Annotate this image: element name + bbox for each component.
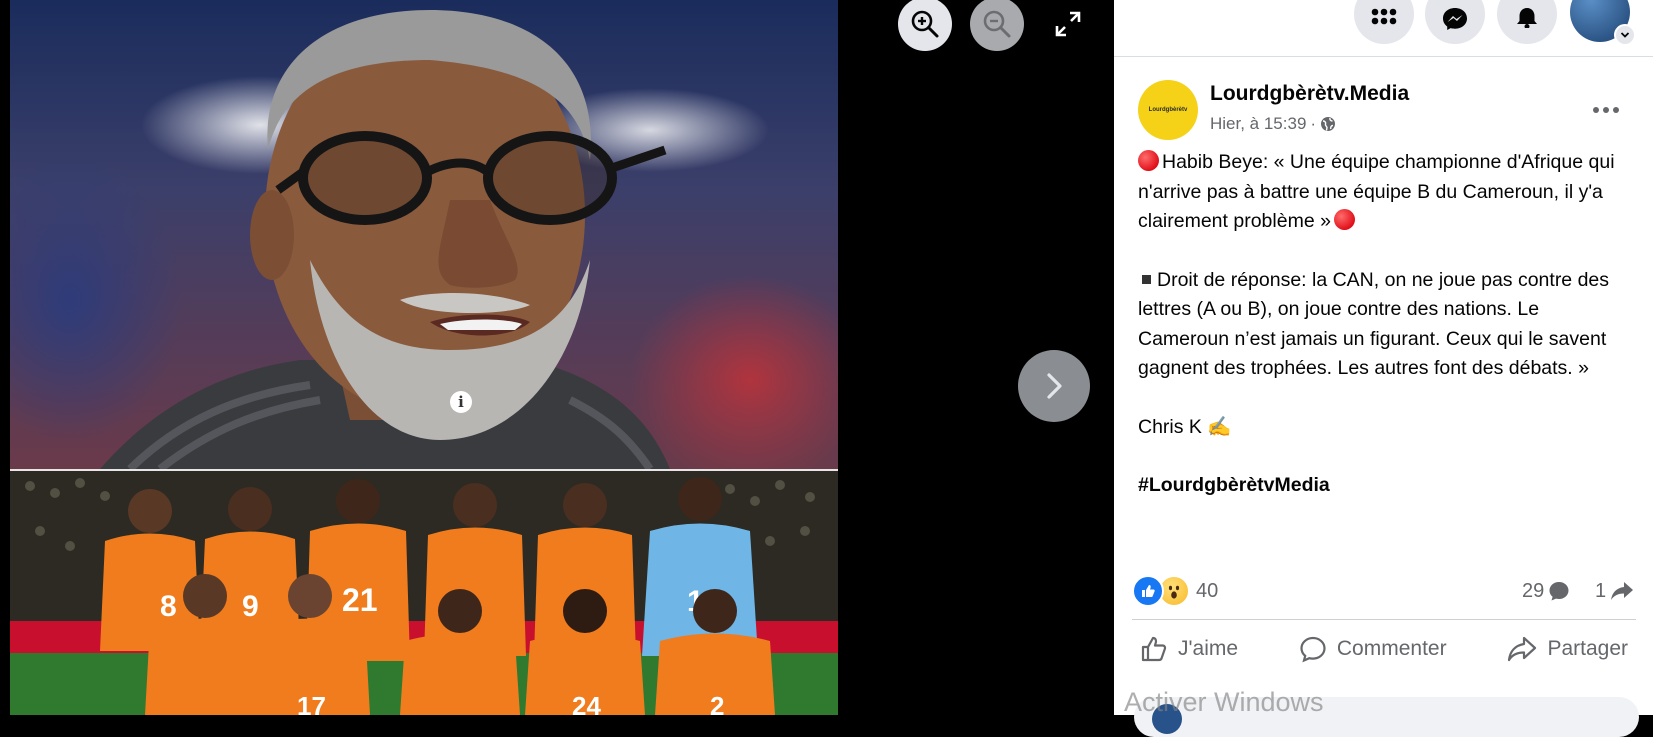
fullscreen-button[interactable] [1041,0,1095,51]
post-timestamp[interactable]: Hier, à 15:39 [1210,113,1306,135]
share-button[interactable]: Partager [1499,627,1636,671]
hashtag-link[interactable]: #LourdgbèrètvMedia [1138,471,1618,501]
jersey-number: 17 [297,691,326,715]
info-glyph: i [458,393,464,411]
jersey-number: 24 [572,691,601,715]
post-options-button[interactable] [1588,92,1624,128]
bell-icon [1517,8,1537,28]
shares-count-link[interactable]: 1 [1595,579,1634,603]
windows-activation-watermark: Activer Windows [1124,687,1324,717]
meta-separator: · [1310,114,1317,133]
fullscreen-icon [1055,11,1081,37]
globe-icon [1321,117,1336,131]
black-square-icon [1142,274,1151,284]
post-paragraph-quote: Habib Beye: « Une équipe championne d'Af… [1138,148,1618,237]
like-reaction-icon [1132,575,1164,607]
menu-button[interactable] [1354,0,1414,44]
page-avatar[interactable]: Lourdgbèrètv [1138,80,1198,140]
zoom-in-button[interactable] [898,0,952,51]
photo-team-section: 8 9 21 17 24 2 [10,471,838,715]
info-icon[interactable]: i [450,391,472,413]
share-icon [1508,636,1537,662]
post-paragraph-reply: Droit de réponse: la CAN, on ne joue pas… [1138,266,1618,384]
post-paragraph-2: Droit de réponse: la CAN, on ne joue pas… [1138,268,1610,380]
team-illustration: 8 9 21 17 24 2 [10,471,838,715]
share-count: 1 [1595,580,1607,602]
zoom-out-button[interactable] [970,0,1024,51]
thumbs-up-icon [1141,636,1167,662]
zoom-out-icon [983,10,1011,38]
post-panel: Lourdgbèrètv Lourdgbèrètv.Media Hier, à … [1114,0,1653,737]
photo-portrait-section [10,0,838,469]
messenger-icon [1443,8,1467,30]
top-navigation-bar [1114,0,1653,57]
grid-menu-icon [1371,8,1397,25]
zoom-in-icon [911,10,939,38]
notifications-button[interactable] [1497,0,1557,44]
page-avatar-logo-text: Lourdgbèrètv [1148,107,1188,113]
next-photo-button[interactable] [1018,350,1090,422]
chevron-right-icon [1047,373,1062,399]
comment-label: Commenter [1336,637,1447,660]
comment-bubble-icon [1549,582,1569,601]
share-arrow-icon [1611,582,1634,600]
red-circle-emoji [1333,209,1355,230]
actions-divider [1132,619,1636,620]
like-button[interactable]: J'aime [1132,627,1246,671]
account-menu-button[interactable] [1614,24,1636,46]
comment-button[interactable]: Commenter [1291,627,1455,671]
post-meta: Hier, à 15:39 · [1210,113,1336,135]
like-label: J'aime [1178,637,1239,660]
post-text: Habib Beye: « Une équipe championne d'Af… [1138,148,1618,501]
messenger-button[interactable] [1425,0,1485,44]
page-name-link[interactable]: Lourdgbèrètv.Media [1210,81,1409,107]
red-circle-emoji [1138,150,1159,171]
more-horizontal-icon [1593,107,1619,113]
post-paragraph-1: Habib Beye: « Une équipe championne d'Af… [1138,151,1615,232]
reaction-count: 40 [1196,580,1219,602]
share-label: Partager [1547,637,1628,660]
jersey-number: 2 [710,691,724,715]
post-actions: J'aime Commenter Partager [1132,627,1636,671]
jersey-number: 8 [160,590,177,623]
comment-count: 29 [1522,580,1545,602]
comments-count-link[interactable]: 29 [1522,579,1570,603]
photo-viewer: 8 9 21 17 24 2 i [0,0,1114,715]
post-signature: Chris K ✍️ [1138,415,1232,438]
comment-icon [1300,636,1326,663]
jersey-number: 9 [242,590,259,623]
portrait-illustration [100,10,670,469]
jersey-number: 21 [342,582,378,618]
chevron-down-icon [1620,32,1630,38]
reactions-summary[interactable]: 40 [1132,575,1218,607]
post-photo[interactable]: 8 9 21 17 24 2 i [10,0,838,715]
